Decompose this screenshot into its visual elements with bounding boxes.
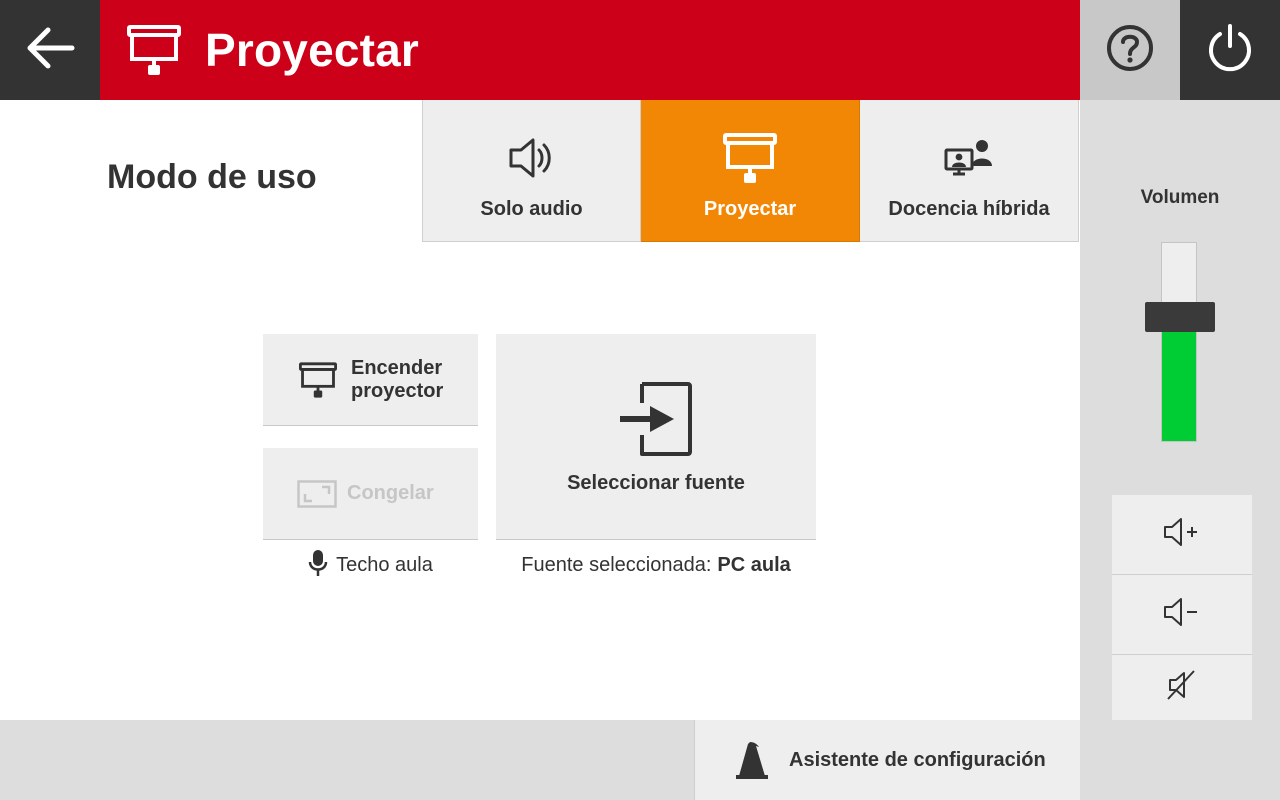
title-bar: Proyectar — [100, 0, 1080, 100]
volume-title: Volumen — [1140, 187, 1220, 208]
volume-slider-knob[interactable] — [1145, 302, 1215, 332]
projector-on-label-line2: proyector — [351, 379, 444, 402]
freeze-label: Congelar — [347, 482, 434, 504]
tab-label: Docencia híbrida — [888, 198, 1050, 220]
mode-label: Modo de uso — [107, 158, 317, 196]
help-icon — [1105, 23, 1155, 78]
tab-solo-audio[interactable]: Solo audio — [422, 100, 641, 242]
back-button[interactable] — [0, 0, 100, 100]
mode-tabs: Solo audio Proyectar Docencia híbrida — [422, 100, 1080, 242]
projector-screen-icon — [127, 23, 181, 77]
freeze-button[interactable]: Congelar — [263, 448, 478, 540]
freeze-frame-icon — [297, 479, 337, 508]
volume-buttons — [1112, 495, 1252, 720]
page-title: Proyectar — [205, 24, 420, 76]
selected-source-prefix: Fuente seleccionada: — [521, 553, 712, 576]
tab-proyectar[interactable]: Proyectar — [641, 100, 860, 242]
mute-icon — [1166, 669, 1198, 706]
hybrid-teaching-icon — [944, 130, 994, 186]
microphone-label: Techo aula — [336, 553, 433, 576]
help-button[interactable] — [1080, 0, 1180, 100]
volume-up-icon — [1162, 516, 1202, 553]
microphone-icon — [308, 549, 328, 582]
tab-label: Proyectar — [703, 198, 797, 220]
setup-assistant-label: Asistente de configuración — [789, 748, 1046, 771]
volume-level-fill — [1162, 321, 1196, 441]
setup-assistant-button[interactable]: Asistente de configuración — [694, 720, 1080, 800]
projector-on-label-line1: Encender — [351, 356, 443, 379]
volume-up-button[interactable] — [1112, 495, 1252, 575]
projector-screen-icon — [723, 130, 777, 186]
projector-screen-icon — [299, 361, 339, 399]
mute-button[interactable] — [1112, 655, 1252, 719]
arrow-left-icon — [22, 20, 78, 81]
cone-icon — [735, 740, 771, 780]
power-button[interactable] — [1180, 0, 1280, 100]
select-source-button[interactable]: Seleccionar fuente — [496, 334, 816, 540]
volume-down-button[interactable] — [1112, 575, 1252, 655]
microphone-status: Techo aula — [263, 549, 478, 582]
speaker-icon — [507, 130, 557, 186]
projector-on-label: Encender proyector — [351, 357, 443, 403]
control-panel-screen: Proyectar Modo de uso Solo audio Proyect… — [0, 0, 1280, 800]
selected-source-value: PC aula — [717, 553, 791, 576]
selected-source: Fuente seleccionada: PC aula — [496, 550, 816, 580]
select-source-label: Seleccionar fuente — [567, 472, 745, 494]
power-icon — [1204, 22, 1256, 79]
projector-on-button[interactable]: Encender proyector — [263, 334, 478, 426]
volume-down-icon — [1162, 596, 1202, 633]
volume-panel: Volumen — [1080, 100, 1280, 800]
tab-label: Solo audio — [480, 198, 583, 220]
tab-docencia-hibrida[interactable]: Docencia híbrida — [860, 100, 1079, 242]
volume-slider-track[interactable] — [1161, 242, 1197, 442]
source-input-icon — [616, 380, 696, 458]
